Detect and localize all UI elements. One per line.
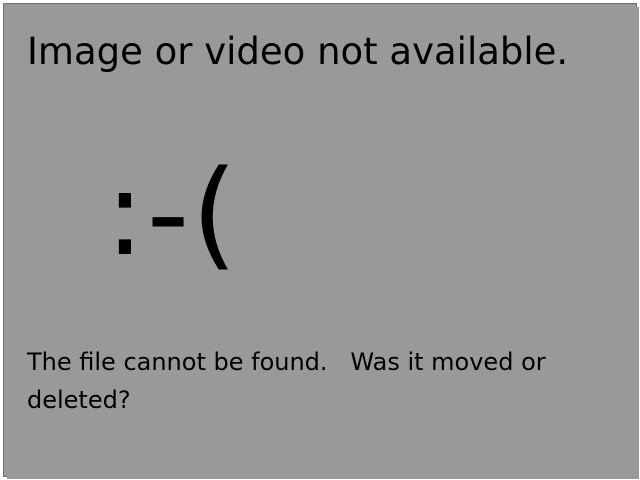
- error-placeholder-frame: Image or video not available. :-( The fi…: [0, 0, 640, 480]
- sad-face-emoticon: :-(: [105, 144, 240, 282]
- error-headline: Image or video not available.: [27, 30, 569, 73]
- error-message: The file cannot be found. Was it moved o…: [27, 348, 554, 414]
